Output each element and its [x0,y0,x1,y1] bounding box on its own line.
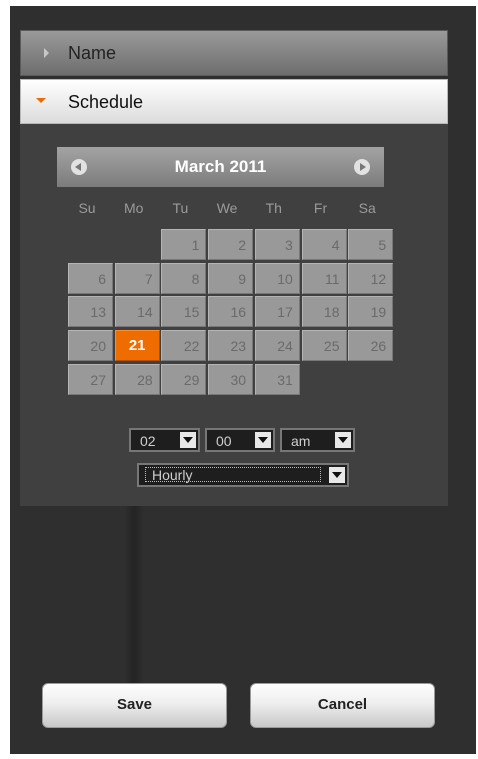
calendar-day[interactable]: 4 [301,229,347,260]
calendar-day[interactable]: 15 [161,296,207,328]
weekday-label: Tu [172,200,189,216]
panel-header-name[interactable]: Name [20,30,448,76]
calendar-day[interactable]: 13 [68,296,113,328]
calendar-day[interactable]: 23 [208,330,254,362]
panel-title-name: Name [68,43,117,63]
calendar-day[interactable]: 17 [254,296,300,328]
chevron-down-icon[interactable] [329,467,345,483]
frequency-value: Hourly [145,467,321,482]
ampm-value: am [291,433,311,449]
chevron-down-icon[interactable] [335,432,351,448]
ampm-select[interactable]: am [280,428,355,452]
calendar-day[interactable]: 25 [301,330,347,362]
frequency-select[interactable]: Hourly [137,463,349,487]
minute-select[interactable]: 00 [205,428,275,452]
calendar-day[interactable]: 28 [114,363,160,395]
calendar-day[interactable]: 6 [68,262,113,294]
weekday-label: Th [265,200,282,216]
panel-header-schedule[interactable]: Schedule [20,79,448,124]
calendar-day[interactable]: 26 [348,330,394,362]
weekday-label: Fr [313,200,328,216]
calendar-header: March 2011 [57,147,384,187]
weekday-label: We [216,200,238,216]
calendar-day[interactable]: 5 [348,229,394,260]
calendar-title: March 2011 [174,157,267,176]
calendar-day[interactable]: 19 [348,296,394,328]
calendar-day[interactable]: 2 [208,229,254,260]
calendar-day[interactable]: 8 [161,262,207,294]
weekday-label: Su [78,200,96,216]
chevron-down-icon[interactable] [255,432,271,448]
chevron-down-icon[interactable] [180,432,196,448]
calendar-day-selected[interactable]: 21 [114,330,160,362]
calendar-day[interactable]: 27 [68,363,113,395]
calendar-day[interactable]: 22 [161,330,207,362]
weekday-label: Sa [358,200,376,216]
triangle-down-icon [36,98,46,103]
hour-select[interactable]: 02 [129,428,200,452]
hour-value: 02 [140,433,156,449]
weekday-header-row: Su Mo Tu We Th Fr Sa [64,200,394,220]
calendar-day[interactable]: 10 [254,262,300,294]
calendar-day[interactable]: 11 [301,262,347,294]
calendar-day[interactable]: 16 [208,296,254,328]
calendar-day[interactable]: 3 [254,229,300,260]
panel-title-schedule: Schedule [68,92,144,112]
calendar-day[interactable]: 14 [114,296,160,328]
calendar-day[interactable]: 30 [208,363,254,395]
calendar-day[interactable]: 31 [254,363,300,395]
next-month-icon[interactable] [354,159,370,175]
calendar-day[interactable]: 20 [68,330,113,362]
calendar-day[interactable]: 1 [161,229,207,260]
weekday-label: Mo [123,200,144,216]
calendar-day[interactable]: 18 [301,296,347,328]
save-button[interactable]: Save [42,683,227,728]
calendar-day[interactable]: 12 [348,262,394,294]
minute-value: 00 [216,433,232,449]
calendar-day[interactable]: 9 [208,262,254,294]
calendar-day[interactable]: 7 [114,262,160,294]
calendar-grid: 1 2 3 4 5 6 7 8 9 10 11 12 13 14 15 16 17 18 19 20 21 22 23 24 2… [68,229,394,399]
calendar-day[interactable]: 29 [161,363,207,395]
cancel-button[interactable]: Cancel [250,683,435,728]
triangle-right-icon [44,48,49,58]
calendar-day[interactable]: 24 [254,330,300,362]
